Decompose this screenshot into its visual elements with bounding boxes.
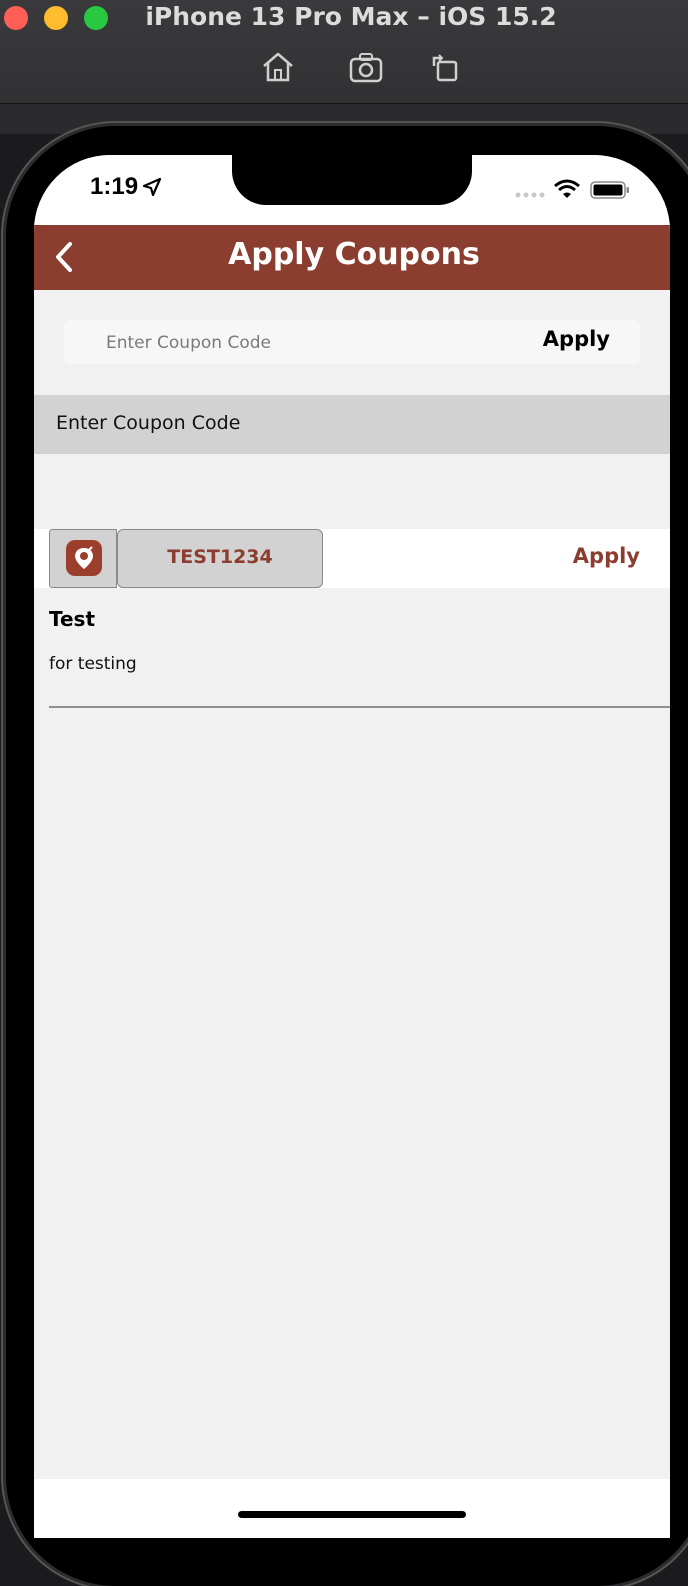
battery-icon	[590, 181, 629, 199]
bottom-safe-area	[34, 1479, 670, 1538]
rotate-icon[interactable]	[428, 50, 464, 84]
home-icon[interactable]	[260, 50, 296, 84]
coupon-logo-box	[49, 529, 117, 588]
location-arrow-icon	[142, 177, 162, 197]
home-indicator[interactable]	[238, 1511, 466, 1518]
cellular-signal-icon	[515, 192, 545, 198]
apply-coupon-button[interactable]: Apply	[573, 544, 640, 568]
status-time: 1:19	[90, 173, 139, 200]
section-header-label: Enter Coupon Code	[56, 412, 241, 434]
coupon-code: TEST1234	[167, 546, 273, 568]
coupon-code-input[interactable]	[104, 326, 488, 360]
status-bar: 1:19	[34, 155, 670, 225]
apply-code-button[interactable]: Apply	[543, 327, 610, 351]
section-header: Enter Coupon Code	[34, 395, 670, 454]
coupon-divider	[49, 706, 670, 708]
coupon-title: Test	[49, 607, 96, 631]
screenshot-icon[interactable]	[348, 50, 384, 84]
coupon-entry-row: Apply	[64, 320, 640, 364]
page-title: Apply Coupons	[228, 237, 480, 272]
simulator-title: iPhone 13 Pro Max – iOS 15.2	[145, 2, 557, 31]
phone-screen: 1:19 Apply Coupons Apply Enter Co	[34, 155, 670, 1538]
nav-bar: Apply Coupons	[34, 225, 670, 290]
wifi-icon	[554, 179, 580, 198]
app-logo-icon	[66, 540, 102, 576]
notch	[232, 155, 472, 205]
coupon-description: for testing	[49, 654, 137, 674]
simulator-title-bar: iPhone 13 Pro Max – iOS 15.2	[0, 0, 688, 104]
coupon-code-badge: TEST1234	[117, 529, 323, 588]
coupon-item: TEST1234 Apply	[34, 529, 670, 588]
